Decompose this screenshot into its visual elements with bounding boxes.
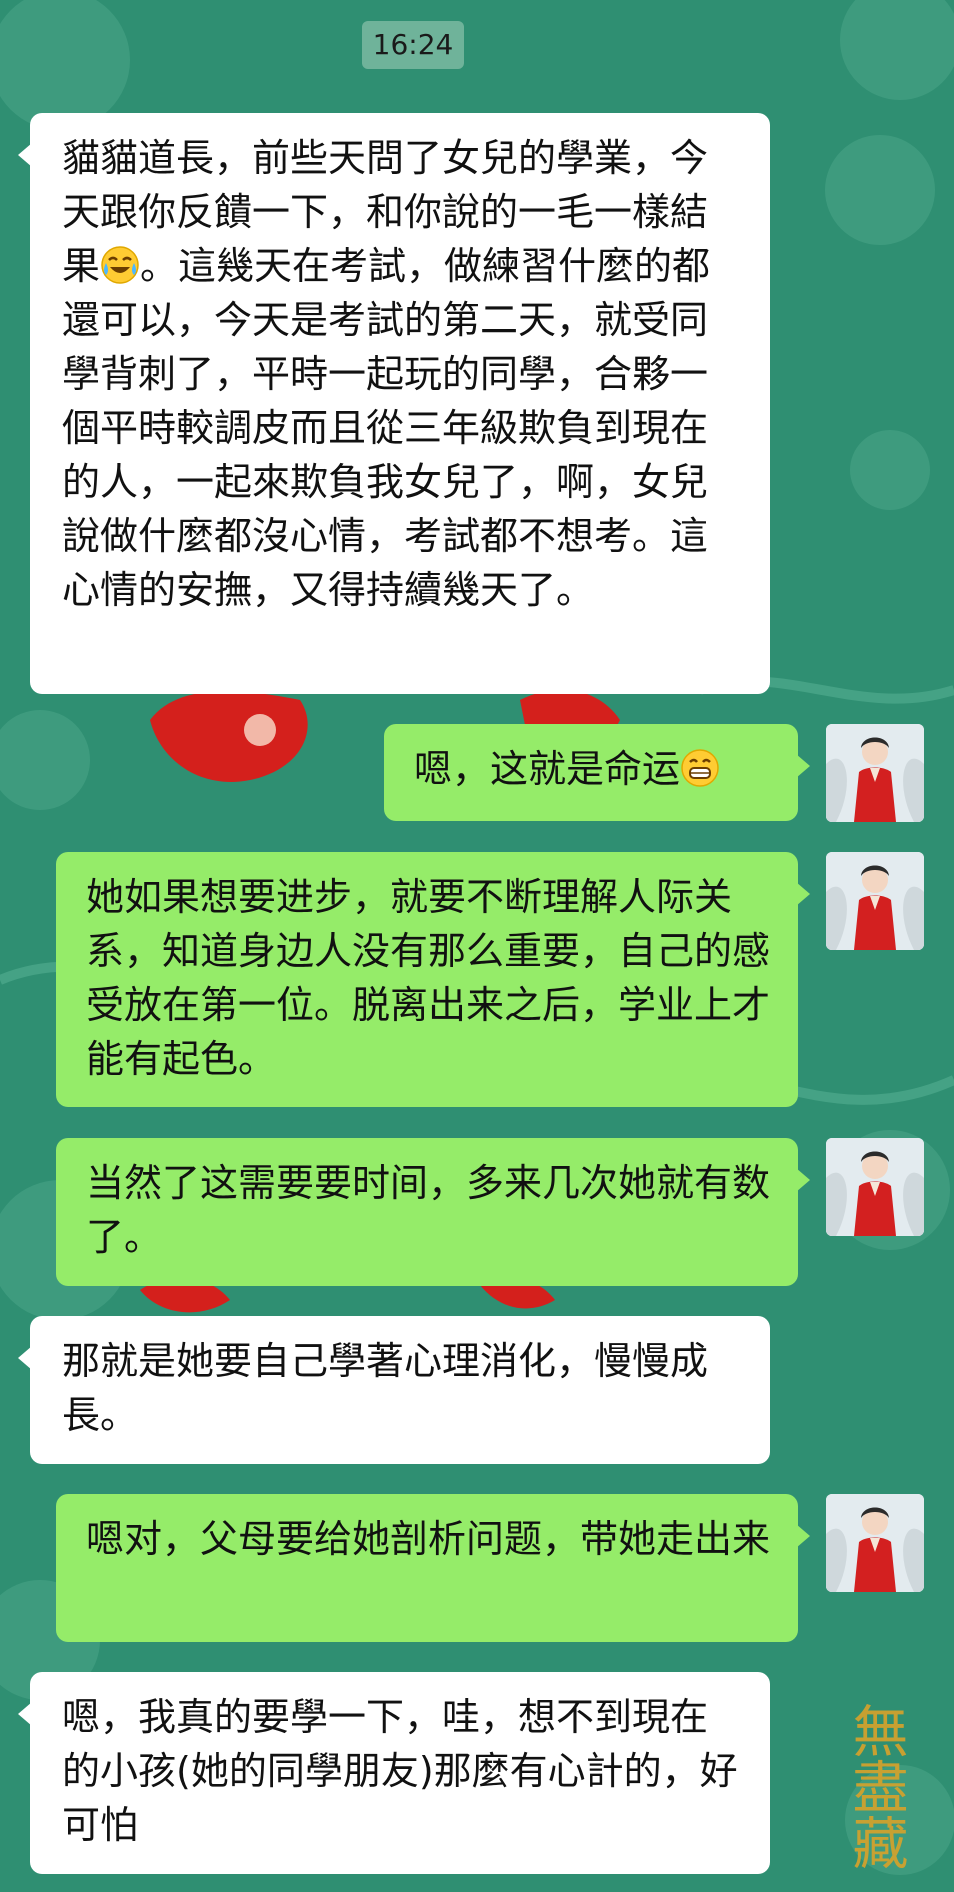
avatar-image [826, 724, 924, 822]
message-text: 那就是她要自己學著心理消化，慢慢成長。 [62, 1339, 709, 1437]
user-avatar[interactable] [826, 1138, 924, 1236]
message-text: 她如果想要进步，就要不断理解人际关系，知道身边人没有那么重要，自己的感受放在第一… [86, 875, 771, 1081]
message-text: 嗯，我真的要學一下，哇，想不到現在的小孩(她的同學朋友)那麼有心計的，好可怕 [62, 1695, 738, 1847]
incoming-message-bubble[interactable]: 貓貓道長，前些天問了女兒的學業，今天跟你反饋一下，和你說的一毛一樣結果 。這幾天在… [18, 113, 770, 694]
user-avatar[interactable] [826, 852, 924, 950]
grinning-emoji-icon [681, 749, 719, 787]
message-text: 嗯对，父母要给她剖析问题，带她走出来 [86, 1517, 771, 1561]
message-text: 嗯，这就是命运 [414, 747, 681, 791]
incoming-message-bubble[interactable]: 那就是她要自己學著心理消化，慢慢成長。 [18, 1316, 770, 1464]
incoming-message-bubble[interactable]: 嗯，我真的要學一下，哇，想不到現在的小孩(她的同學朋友)那麼有心計的，好可怕 [18, 1672, 770, 1874]
avatar-image [826, 1138, 924, 1236]
avatar-image [826, 1494, 924, 1592]
outgoing-message-bubble[interactable]: 嗯，这就是命运 [384, 724, 810, 821]
outgoing-message-bubble[interactable]: 她如果想要进步，就要不断理解人际关系，知道身边人没有那么重要，自己的感受放在第一… [56, 852, 810, 1107]
message-text-continued: 。這幾天在考試，做練習什麼的都還可以，今天是考試的第二天，就受同學背刺了，平時一… [62, 244, 711, 612]
outgoing-message-bubble[interactable]: 嗯对，父母要给她剖析问题，带她走出来 [56, 1494, 810, 1642]
chat-timestamp: 16:24 [362, 21, 464, 69]
avatar-image [826, 852, 924, 950]
laughing-crying-emoji-icon [101, 246, 139, 284]
user-avatar[interactable] [826, 724, 924, 822]
user-avatar[interactable] [826, 1494, 924, 1592]
wallpaper-calligraphy: 無盡藏 [843, 1702, 908, 1870]
message-text: 当然了这需要要时间，多来几次她就有数了。 [86, 1161, 771, 1259]
outgoing-message-bubble[interactable]: 当然了这需要要时间，多来几次她就有数了。 [56, 1138, 810, 1286]
